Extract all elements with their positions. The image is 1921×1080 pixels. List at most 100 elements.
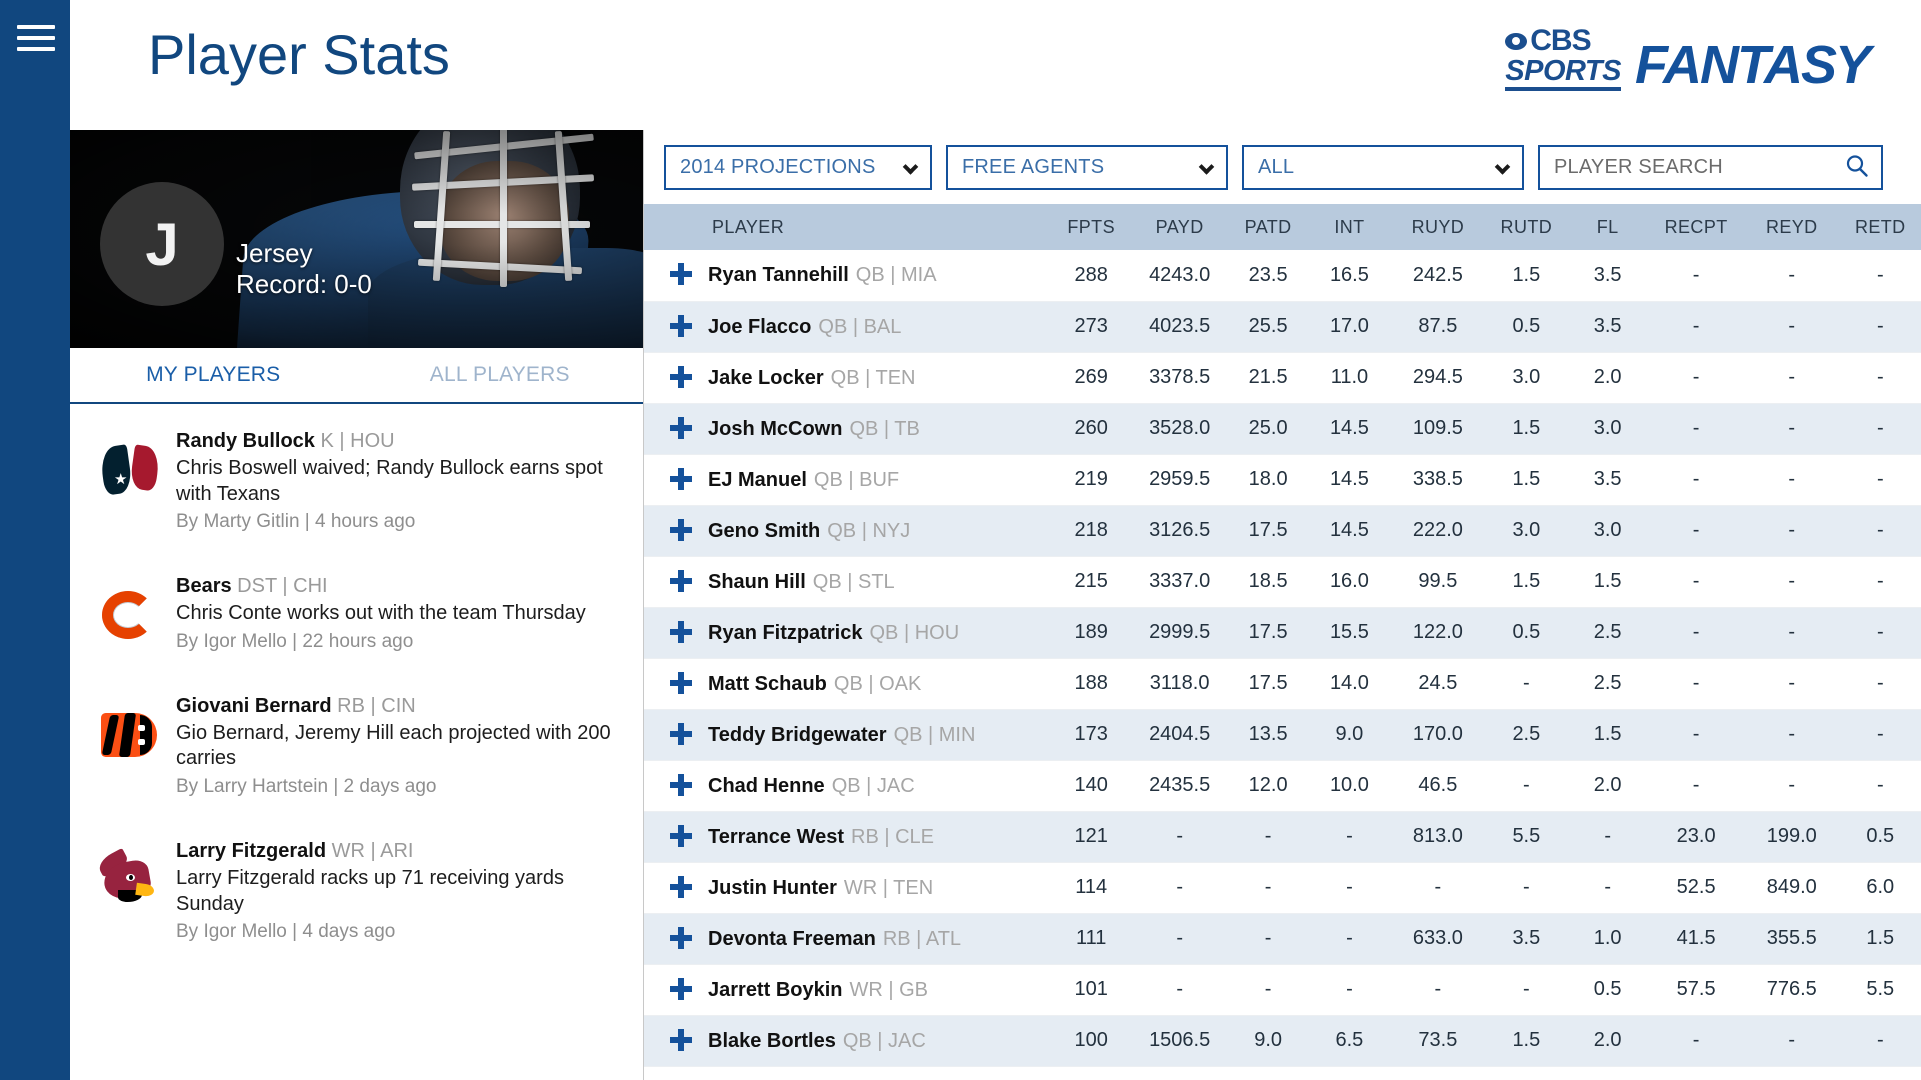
table-row[interactable]: Ryan Fitzpatrick QB | HOU 189 2999.5 17.5 15.… (644, 607, 1921, 659)
stat-patd: - (1227, 862, 1309, 914)
hamburger-icon[interactable] (17, 25, 55, 53)
col-reyd[interactable]: REYD (1743, 204, 1840, 250)
stat-recpt: - (1648, 352, 1744, 404)
player-cell: Josh McCown QB | TB (644, 403, 1051, 455)
player-search[interactable] (1538, 145, 1883, 190)
player-name[interactable]: Devonta Freeman (708, 928, 876, 950)
add-player-icon[interactable] (670, 875, 692, 898)
table-row[interactable]: Justin Hunter WR | TEN 114- - - - - -52.5 849.0 6… (644, 862, 1921, 914)
list-item[interactable]: Giovani Bernard RB | CIN Gio Bernard, Je… (70, 673, 643, 818)
player-cell: Justin Hunter WR | TEN (644, 862, 1051, 914)
table-row[interactable]: Joe Flacco QB | BAL 273 4023.5 25.5 17.0 87.5 0… (644, 301, 1921, 353)
add-player-icon[interactable] (670, 824, 692, 847)
player-cell: Chad Henne QB | JAC (644, 760, 1051, 812)
table-row[interactable]: Terrance West RB | CLE 121- - -813.0 5.5-23.0… (644, 811, 1921, 863)
stat-payd: 4023.5 (1131, 301, 1228, 353)
player-name[interactable]: EJ Manuel (708, 469, 807, 491)
player-name[interactable]: Josh McCown (708, 418, 842, 440)
cbs-eye-icon (1505, 32, 1528, 50)
add-player-icon[interactable] (670, 416, 692, 439)
add-player-icon[interactable] (670, 518, 692, 541)
player-position-team: QB | TB (849, 417, 920, 440)
stat-payd: 3118.0 (1131, 658, 1228, 710)
player-name[interactable]: Teddy Bridgewater (708, 724, 887, 746)
player-position-team: RB | ATL (882, 927, 962, 950)
page-title: Player Stats (148, 23, 450, 86)
availability-select[interactable]: FREE AGENTS (946, 145, 1228, 190)
stat-retd: 6.0 (1839, 862, 1921, 914)
col-recpt[interactable]: RECPT (1648, 204, 1744, 250)
player-name[interactable]: Joe Flacco (708, 316, 811, 338)
col-fl[interactable]: FL (1567, 204, 1649, 250)
news-byline: By Igor Mello | 4 days ago (176, 921, 396, 943)
col-retd[interactable]: RETD (1839, 204, 1921, 250)
stat-int: - (1308, 913, 1391, 965)
list-item[interactable]: Bears DST | CHI Chris Conte works out wi… (70, 553, 643, 673)
table-row[interactable]: Jake Locker QB | TEN 269 3378.5 21.5 11.0 294.… (644, 352, 1921, 404)
stat-rutd: - (1485, 862, 1567, 914)
col-int[interactable]: INT (1308, 204, 1391, 250)
add-player-icon[interactable] (670, 569, 692, 592)
col-patd[interactable]: PATD (1227, 204, 1309, 250)
table-row[interactable]: Chad Henne QB | JAC 140 2435.5 12.0 10.0 46.5-… (644, 760, 1921, 812)
table-row[interactable]: Ryan Tannehill QB | MIA 288 4243.0 23.5 16.5 2… (644, 250, 1921, 302)
stat-fpts: 114 (1050, 862, 1132, 914)
stat-recpt: - (1648, 454, 1744, 506)
list-item[interactable]: ★ Randy Bullock K | HOU Chris Boswell wa… (70, 408, 643, 553)
col-fpts[interactable]: FPTS (1050, 204, 1132, 250)
table-row[interactable]: Shaun Hill QB | STL 215 3337.0 18.5 16.0 99.5 1… (644, 556, 1921, 608)
stat-retd: - (1839, 658, 1921, 710)
player-name[interactable]: Blake Bortles (708, 1030, 836, 1052)
add-player-icon[interactable] (670, 926, 692, 949)
player-name[interactable]: Justin Hunter (708, 877, 837, 899)
player-name[interactable]: Ryan Tannehill (708, 264, 849, 286)
add-player-icon[interactable] (670, 620, 692, 643)
add-player-icon[interactable] (670, 977, 692, 1000)
player-name[interactable]: Jake Locker (708, 367, 824, 389)
add-player-icon[interactable] (670, 722, 692, 745)
player-name[interactable]: Matt Schaub (708, 673, 827, 695)
table-row[interactable]: Devonta Freeman RB | ATL 111- - -633.0 3.5 1.0… (644, 913, 1921, 965)
add-player-icon[interactable] (670, 365, 692, 388)
stat-patd: 18.5 (1227, 556, 1309, 608)
player-name[interactable]: Ryan Fitzpatrick (708, 622, 862, 644)
player-name[interactable]: Terrance West (708, 826, 844, 848)
col-player[interactable]: PLAYER (644, 204, 1051, 250)
stat-payd: 4243.0 (1131, 250, 1228, 302)
table-row[interactable]: Matt Schaub QB | OAK 188 3118.0 17.5 14.0 24.5… (644, 658, 1921, 710)
tab-all-players[interactable]: ALL PLAYERS (357, 348, 644, 402)
table-row[interactable]: EJ Manuel QB | BUF 219 2959.5 18.0 14.5 338.5 1… (644, 454, 1921, 506)
table-row[interactable]: Jarrett Boykin WR | GB 101- - - - -0.5 57.5 776.… (644, 964, 1921, 1016)
add-player-icon[interactable] (670, 314, 692, 337)
add-player-icon[interactable] (670, 773, 692, 796)
season-select[interactable]: 2014 PROJECTIONS (664, 145, 932, 190)
player-name[interactable]: Chad Henne (708, 775, 825, 797)
stat-int: 9.0 (1308, 709, 1391, 761)
add-player-icon[interactable] (670, 671, 692, 694)
table-row[interactable]: Geno Smith QB | NYJ 218 3126.5 17.5 14.5 222.0… (644, 505, 1921, 557)
table-row[interactable]: Josh McCown QB | TB 260 3528.0 25.0 14.5 109.5… (644, 403, 1921, 455)
col-rutd[interactable]: RUTD (1485, 204, 1567, 250)
table-row[interactable]: Blake Bortles QB | JAC 100 1506.5 9.0 6.5 73.5… (644, 1015, 1921, 1067)
table-row[interactable]: Teddy Bridgewater QB | MIN 173 2404.5 13.5 9.… (644, 709, 1921, 761)
search-input[interactable] (1554, 156, 1867, 179)
add-player-icon[interactable] (670, 1028, 692, 1051)
stat-retd: - (1839, 454, 1921, 506)
search-icon[interactable] (1845, 153, 1869, 182)
player-name[interactable]: Jarrett Boykin (708, 979, 843, 1001)
col-ruyd[interactable]: RUYD (1390, 204, 1486, 250)
season-select-value: 2014 PROJECTIONS (680, 156, 876, 178)
col-payd[interactable]: PAYD (1131, 204, 1228, 250)
stat-ruyd: 170.0 (1390, 709, 1486, 761)
player-position-team: QB | MIA (855, 264, 937, 287)
add-player-icon[interactable] (670, 467, 692, 490)
tab-my-players[interactable]: MY PLAYERS (70, 348, 357, 402)
stat-ruyd: 99.5 (1390, 556, 1486, 608)
player-name[interactable]: Shaun Hill (708, 571, 806, 593)
list-item[interactable]: Larry Fitzgerald WR | ARI Larry Fitzgera… (70, 818, 643, 963)
position-select[interactable]: ALL (1242, 145, 1524, 190)
add-player-icon[interactable] (670, 263, 692, 286)
stat-int: 14.5 (1308, 505, 1391, 557)
player-name[interactable]: Geno Smith (708, 520, 820, 542)
cbs-wordmark: CBS (1530, 24, 1591, 57)
